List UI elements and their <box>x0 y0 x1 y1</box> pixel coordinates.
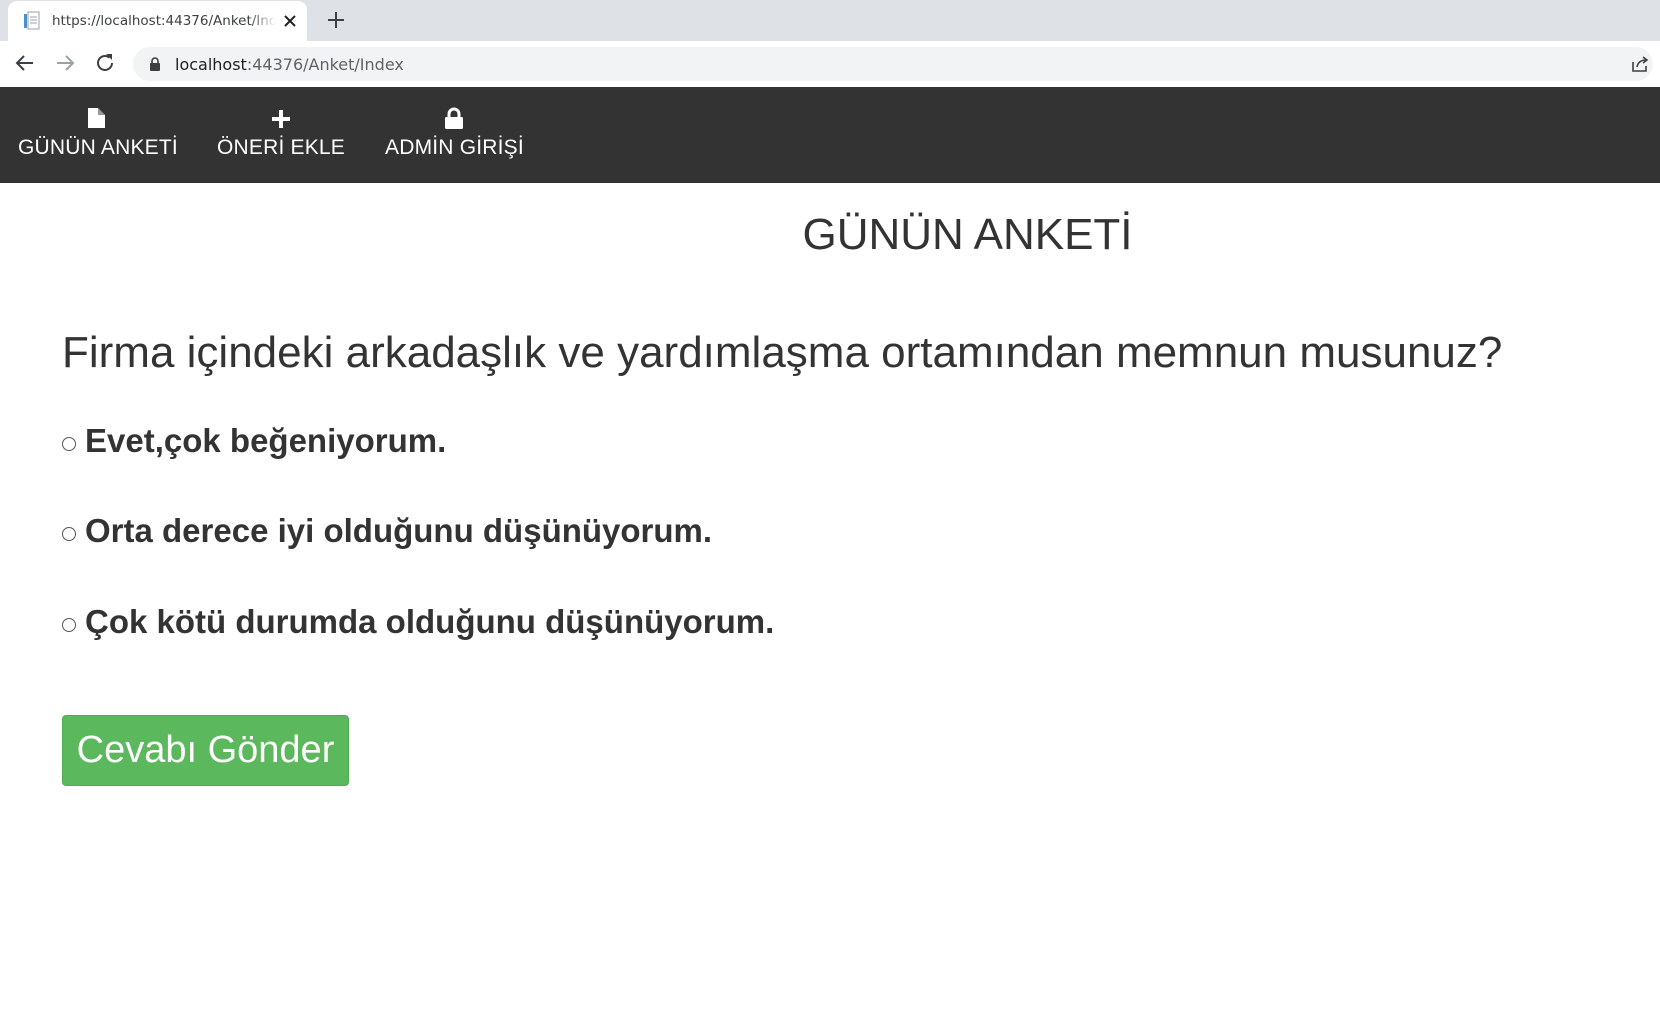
site-navbar: GÜNÜN ANKETİ ÖNERİ EKLE ADMİN GİRİŞİ <box>0 87 1660 183</box>
survey-question: Firma içindeki arkadaşlık ve yardımlaşma… <box>62 328 1503 377</box>
tab-close-icon[interactable] <box>281 12 299 30</box>
url-text[interactable]: localhost:44376/Anket/Index <box>175 55 404 74</box>
option-label: Orta derece iyi olduğunu düşünüyorum. <box>85 512 713 549</box>
browser-tab[interactable]: https://localhost:44376/Anket/Index <box>8 1 307 41</box>
nav-item-label: GÜNÜN ANKETİ <box>18 136 178 159</box>
new-tab-icon[interactable] <box>325 9 347 31</box>
back-arrow-icon[interactable] <box>13 51 37 75</box>
url-host: localhost <box>175 55 247 74</box>
nav-item-label: ADMİN GİRİŞİ <box>385 136 524 159</box>
reload-icon[interactable] <box>93 51 117 75</box>
browser-toolbar: localhost:44376/Anket/Index <box>0 41 1660 88</box>
option-radio[interactable] <box>62 527 76 541</box>
plus-icon <box>272 110 290 128</box>
share-icon[interactable] <box>1629 53 1651 75</box>
submit-answer-button[interactable]: Cevabı Gönder <box>62 715 349 786</box>
nav-item-admin-girisi[interactable]: ADMİN GİRİŞİ <box>385 87 524 183</box>
forward-arrow-icon[interactable] <box>53 51 77 75</box>
secure-lock-icon[interactable] <box>149 57 161 71</box>
option-label: Evet,çok beğeniyorum. <box>85 422 447 459</box>
option-label: Çok kötü durumda olduğunu düşünüyorum. <box>85 603 775 640</box>
page-favicon-icon <box>24 11 40 30</box>
browser-tab-strip: https://localhost:44376/Anket/Index <box>0 0 1660 41</box>
nav-item-oneri-ekle[interactable]: ÖNERİ EKLE <box>216 87 346 183</box>
tab-title: https://localhost:44376/Anket/Index <box>52 13 276 29</box>
survey-option-1[interactable]: Evet,çok beğeniyorum. <box>62 422 446 460</box>
option-radio[interactable] <box>62 437 76 451</box>
nav-item-gunun-anketi[interactable]: GÜNÜN ANKETİ <box>18 87 178 183</box>
file-icon <box>88 108 105 128</box>
option-radio[interactable] <box>62 618 76 632</box>
lock-icon <box>445 107 463 129</box>
page-title: GÜNÜN ANKETİ <box>802 210 1133 259</box>
url-path: :44376/Anket/Index <box>246 55 404 74</box>
survey-option-2[interactable]: Orta derece iyi olduğunu düşünüyorum. <box>62 512 712 550</box>
nav-item-label: ÖNERİ EKLE <box>216 136 346 159</box>
address-bar[interactable]: localhost:44376/Anket/Index <box>133 47 1653 81</box>
survey-option-3[interactable]: Çok kötü durumda olduğunu düşünüyorum. <box>62 603 774 641</box>
